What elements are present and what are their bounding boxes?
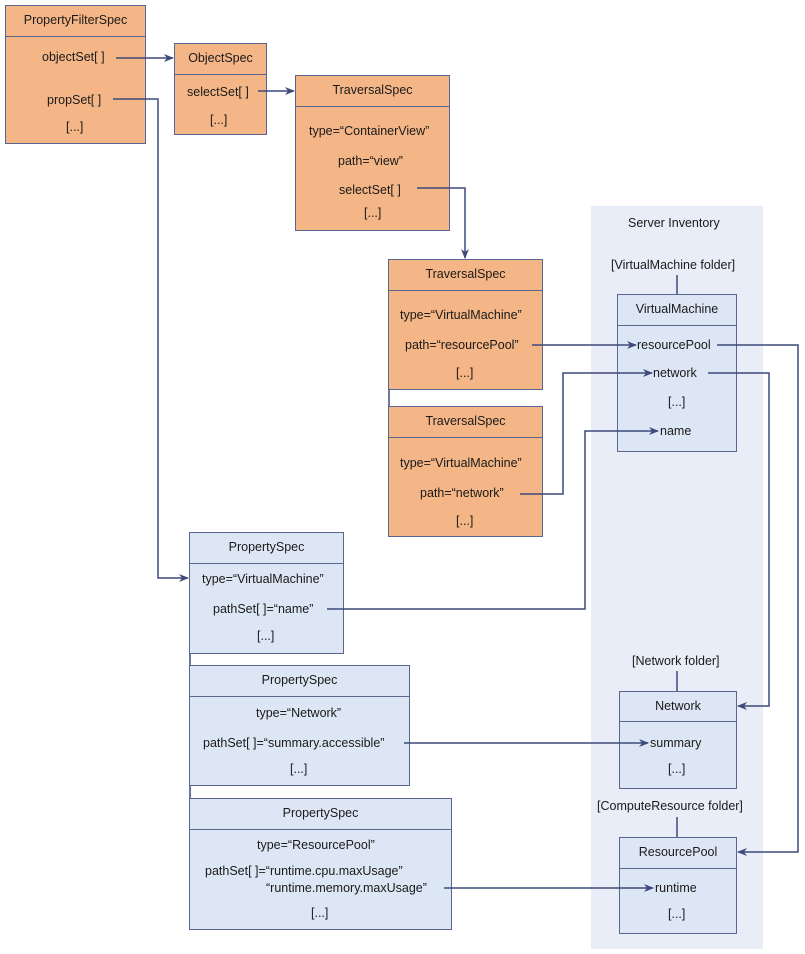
name-path-line [327,427,659,610]
connector-layer [113,54,799,892]
network-path-line [520,369,653,495]
vm-network-to-network-line [708,372,770,710]
propset-to-propertyspec-line [113,98,189,582]
ts-selectset-to-ts2-line [417,187,469,259]
vm-resourcepool-to-rp-line [717,344,799,856]
